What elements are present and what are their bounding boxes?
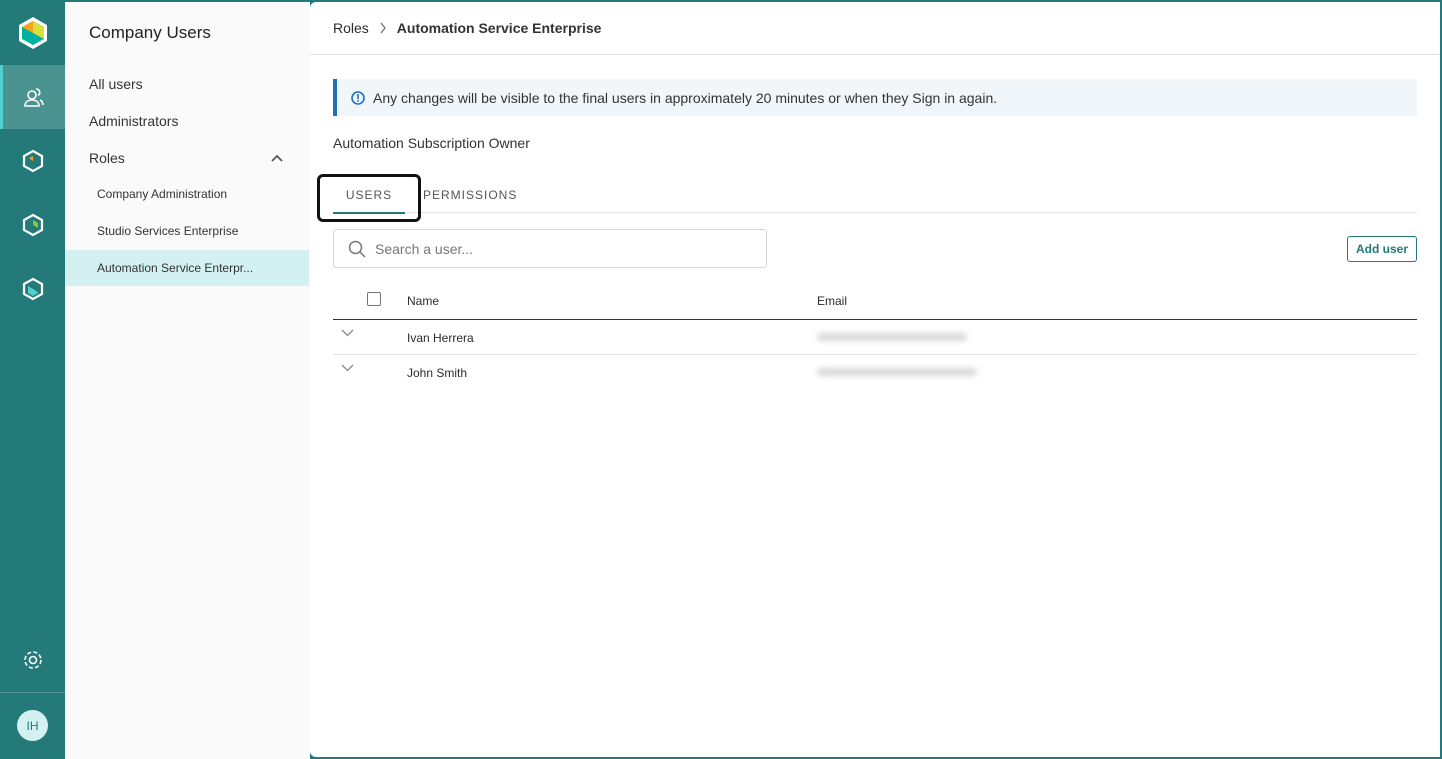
add-user-button[interactable]: Add user [1347, 236, 1417, 262]
chevron-up-icon[interactable] [271, 153, 283, 163]
app-rail: IH [0, 0, 65, 759]
chevron-right-icon [380, 22, 386, 34]
table-header: Name Email [333, 287, 1417, 320]
breadcrumb: Roles Automation Service Enterprise [333, 20, 601, 36]
product-b-icon [22, 213, 43, 237]
user-email-redacted [817, 368, 977, 376]
rail-settings[interactable] [0, 628, 65, 692]
column-name[interactable]: Name [407, 294, 439, 308]
table-row[interactable]: Ivan Herrera [333, 320, 1417, 355]
rail-product-c[interactable] [0, 257, 65, 321]
rail-product-a[interactable] [0, 129, 65, 193]
sidebar: Company Users All users Administrators R… [65, 2, 310, 759]
tab-permissions[interactable]: PERMISSIONS [423, 188, 517, 202]
role-subtitle: Automation Subscription Owner [333, 135, 530, 151]
rail-divider [0, 692, 65, 693]
search-field[interactable] [333, 229, 767, 268]
chevron-down-icon[interactable] [341, 329, 354, 337]
avatar[interactable]: IH [17, 710, 48, 741]
sidebar-item-all-users[interactable]: All users [89, 76, 143, 92]
search-input[interactable] [375, 240, 755, 257]
tab-bar: USERS PERMISSIONS [317, 174, 1417, 222]
sidebar-item-administrators[interactable]: Administrators [89, 113, 178, 129]
search-icon [348, 240, 366, 258]
breadcrumb-current: Automation Service Enterprise [396, 20, 602, 36]
sidebar-role-automation-service[interactable]: Automation Service Enterpr... [65, 250, 309, 286]
app-logo[interactable] [17, 16, 49, 50]
sidebar-title: Company Users [89, 23, 211, 42]
breadcrumb-roles[interactable]: Roles [333, 20, 369, 36]
sidebar-role-studio-services[interactable]: Studio Services Enterprise [65, 213, 309, 249]
info-notice: Any changes will be visible to the final… [333, 79, 1417, 116]
sidebar-item-roles[interactable]: Roles [89, 150, 125, 166]
user-name: John Smith [407, 366, 468, 380]
gear-icon [23, 651, 42, 669]
product-c-icon [22, 277, 43, 301]
info-icon [351, 90, 365, 105]
sidebar-role-company-administration[interactable]: Company Administration [65, 176, 309, 212]
rail-product-b[interactable] [0, 193, 65, 257]
user-email-redacted [817, 333, 967, 341]
main-panel: Roles Automation Service Enterprise Any … [310, 2, 1440, 757]
users-icon [24, 88, 44, 107]
table-row[interactable]: John Smith [333, 355, 1417, 390]
select-all-checkbox[interactable] [367, 292, 381, 306]
rail-users[interactable] [0, 65, 65, 129]
product-a-icon [22, 149, 43, 173]
column-email[interactable]: Email [817, 294, 847, 308]
notice-text: Any changes will be visible to the final… [373, 89, 998, 106]
focus-highlight [317, 174, 421, 222]
user-name: Ivan Herrera [407, 331, 474, 345]
chevron-down-icon[interactable] [341, 364, 354, 372]
header-divider [310, 54, 1440, 55]
